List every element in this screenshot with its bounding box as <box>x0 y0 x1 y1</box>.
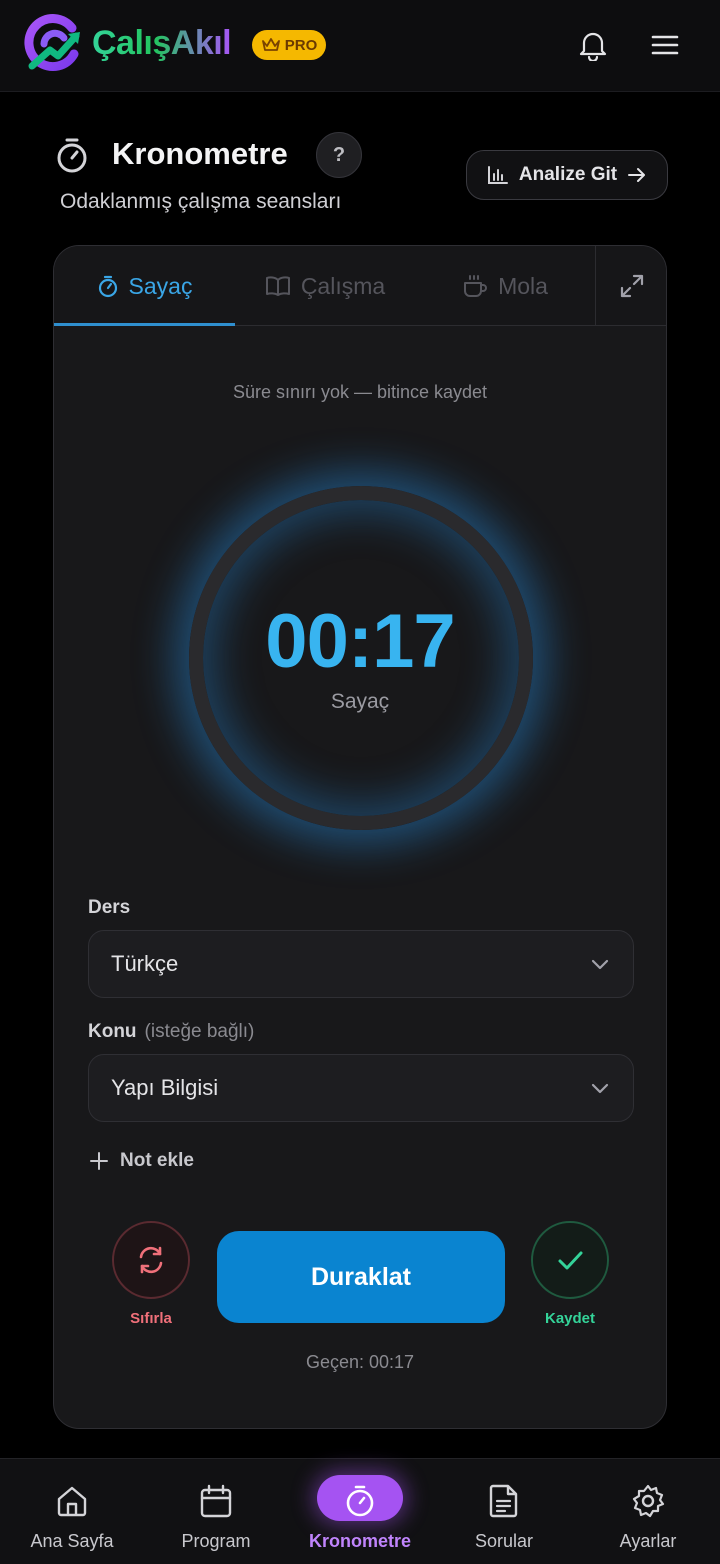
page-title: Kronometre <box>112 136 288 171</box>
tab-mola[interactable]: Mola <box>415 246 595 326</box>
nav-label: Ayarlar <box>619 1531 677 1551</box>
stopwatch-icon <box>288 1481 432 1521</box>
pro-badge: PRO <box>252 30 326 60</box>
timer-hint: Süre sınırı yok — bitince kaydet <box>232 382 488 402</box>
stopwatch-icon <box>57 138 87 173</box>
add-note-label: Not ekle <box>120 1150 194 1171</box>
save-button[interactable] <box>531 1221 609 1299</box>
analyze-button-label: Analize Git <box>518 164 618 185</box>
chevron-down-icon <box>591 1083 609 1094</box>
calendar-icon <box>144 1481 288 1521</box>
page-subtitle: Odaklanmış çalışma seansları <box>60 190 342 213</box>
bar-chart-icon <box>487 166 508 184</box>
arrow-right-icon <box>628 168 646 182</box>
tab-label: Çalışma <box>300 272 386 299</box>
course-value: Türkçe <box>111 951 179 976</box>
cup-icon <box>464 275 487 297</box>
bell-icon[interactable] <box>576 28 610 62</box>
tab-calisma[interactable]: Çalışma <box>235 246 415 326</box>
nav-item-kronometre[interactable]: Kronometre <box>288 1459 432 1564</box>
nav-label: Kronometre <box>308 1531 411 1551</box>
app-logo-icon <box>24 14 80 71</box>
save-label: Kaydet <box>544 1310 596 1327</box>
mode-tabs: Sayaç Çalışma Mola <box>54 246 666 326</box>
pro-badge-label: PRO <box>284 36 318 54</box>
topic-label: Konu (isteğe bağlı) <box>88 1021 254 1043</box>
gear-icon <box>576 1481 720 1521</box>
timer-mode-label: Sayaç <box>330 690 390 713</box>
nav-item-home[interactable]: Ana Sayfa <box>0 1459 144 1564</box>
expand-icon <box>620 274 644 298</box>
nav-label: Program <box>181 1531 251 1551</box>
topic-optional-text: (isteğe bağlı) <box>144 1021 255 1042</box>
reset-label: Sıfırla <box>130 1310 172 1327</box>
home-icon <box>0 1481 144 1521</box>
nav-label: Sorular <box>474 1531 534 1551</box>
course-label: Ders <box>88 897 131 918</box>
document-icon <box>432 1481 576 1521</box>
timer-card: Sayaç Çalışma Mola Süre sınırı yok — bit… <box>53 245 667 1429</box>
active-tab-indicator <box>54 323 235 326</box>
topic-value: Yapı Bilgisi <box>111 1075 219 1100</box>
timer-display: 00:17 <box>265 599 455 684</box>
plus-icon <box>90 1152 108 1170</box>
app-header: ÇalışAkıl PRO <box>0 0 720 92</box>
reset-button[interactable] <box>112 1221 190 1299</box>
tab-sayac[interactable]: Sayaç <box>54 246 235 326</box>
help-button[interactable]: ? <box>316 132 362 178</box>
check-icon <box>558 1251 583 1270</box>
add-note-button[interactable]: Not ekle <box>90 1150 194 1172</box>
nav-item-ayarlar[interactable]: Ayarlar <box>576 1459 720 1564</box>
stopwatch-icon <box>98 275 117 298</box>
pause-button[interactable]: Duraklat <box>217 1231 505 1323</box>
nav-label: Ana Sayfa <box>30 1531 114 1551</box>
course-select[interactable]: Türkçe <box>88 930 634 998</box>
topic-label-text: Konu <box>88 1021 137 1042</box>
brand-name: ÇalışAkıl <box>92 24 232 62</box>
nav-item-sorular[interactable]: Sorular <box>432 1459 576 1564</box>
topic-select[interactable]: Yapı Bilgisi <box>88 1054 634 1122</box>
elapsed-time: Geçen: 00:17 <box>305 1352 415 1372</box>
book-icon <box>265 276 290 296</box>
refresh-icon <box>139 1246 163 1274</box>
tab-label: Sayaç <box>128 272 193 299</box>
menu-icon[interactable] <box>648 28 682 62</box>
crown-icon <box>261 38 280 51</box>
fullscreen-button[interactable] <box>595 246 666 326</box>
bottom-nav: Ana Sayfa Program Kronometre Sorular Aya… <box>0 1458 720 1564</box>
tab-label: Mola <box>498 272 548 299</box>
chevron-down-icon <box>591 959 609 970</box>
analyze-button[interactable]: Analize Git <box>466 150 668 200</box>
nav-item-program[interactable]: Program <box>144 1459 288 1564</box>
